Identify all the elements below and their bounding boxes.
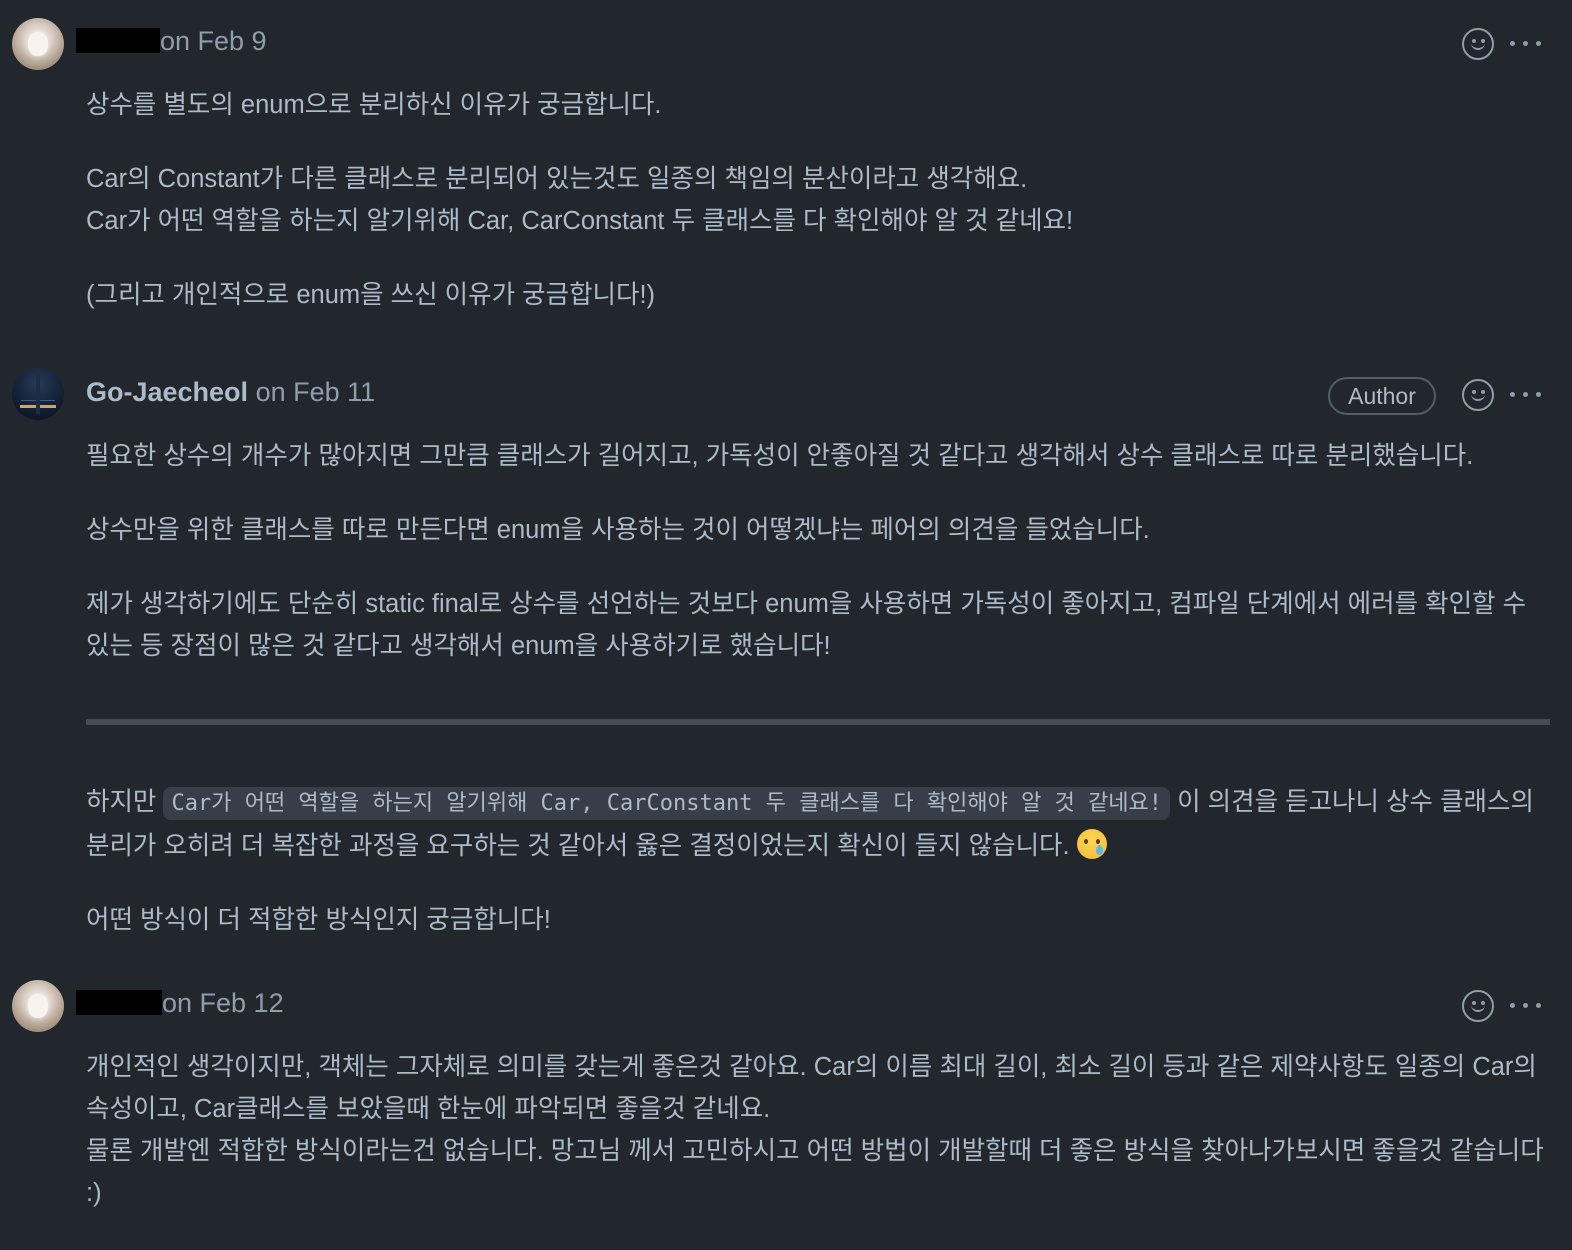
comment-date[interactable]: on Feb 11	[256, 377, 376, 407]
comment-paragraph: 상수만을 위한 클래스를 따로 만든다면 enum을 사용하는 것이 어떻겠냐는…	[86, 516, 1150, 544]
comment-paragraph: 제가 생각하기에도 단순히 static final로 상수를 선언하는 것보다…	[86, 590, 1527, 660]
add-reaction-smiley-icon[interactable]	[1462, 379, 1494, 411]
redacted-author-name	[76, 990, 162, 1015]
comment-body: 필요한 상수의 개수가 많아지면 그만큼 클래스가 길어지고, 가독성이 안좋아…	[86, 435, 1550, 941]
more-options-kebab-icon[interactable]	[1508, 996, 1544, 1016]
comment-header: on Feb 9	[76, 24, 267, 58]
author-badge: Author	[1328, 377, 1436, 415]
comment-header: on Feb 12	[76, 986, 284, 1020]
comment-body: 상수를 별도의 enum으로 분리하신 이유가 궁금합니다. Car의 Cons…	[86, 84, 1550, 316]
author-name[interactable]: Go-Jaecheol	[86, 377, 248, 407]
comment-paragraph: 어떤 방식이 더 적합한 방식인지 궁금합니다!	[86, 906, 551, 934]
redacted-author-name	[76, 28, 160, 53]
comment-date[interactable]: on Feb 9	[160, 26, 267, 56]
crying-face-icon	[1076, 829, 1107, 859]
comment-header: Go-Jaecheol on Feb 11	[86, 375, 375, 409]
avatar[interactable]	[12, 18, 64, 70]
comment-paragraph: Car의 Constant가 다른 클래스로 분리되어 있는것도 일종의 책임의…	[86, 165, 1074, 235]
comment-paragraph: 필요한 상수의 개수가 많아지면 그만큼 클래스가 길어지고, 가독성이 안좋아…	[86, 442, 1474, 470]
horizontal-rule	[86, 719, 1550, 725]
comment-date[interactable]: on Feb 12	[162, 988, 284, 1018]
comment-paragraph: 개인적인 생각이지만, 객체는 그자체로 의미를 갖는게 좋은것 같아요. Ca…	[86, 1053, 1544, 1207]
comment-paragraph: 하지만 Car가 어떤 역할을 하는지 알기위해 Car, CarConstan…	[86, 787, 1534, 860]
avatar[interactable]	[12, 368, 64, 420]
add-reaction-smiley-icon[interactable]	[1462, 28, 1494, 60]
comment-body: 개인적인 생각이지만, 객체는 그자체로 의미를 갖는게 좋은것 같아요. Ca…	[86, 1046, 1550, 1214]
inline-code: Car가 어떤 역할을 하는지 알기위해 Car, CarConstant 두 …	[163, 787, 1171, 820]
more-options-kebab-icon[interactable]	[1508, 34, 1544, 54]
comment-paragraph: 상수를 별도의 enum으로 분리하신 이유가 궁금합니다.	[86, 91, 662, 119]
more-options-kebab-icon[interactable]	[1508, 385, 1544, 405]
comment-paragraph: (그리고 개인적으로 enum을 쓰신 이유가 궁금합니다!)	[86, 281, 656, 309]
avatar[interactable]	[12, 980, 64, 1032]
add-reaction-smiley-icon[interactable]	[1462, 990, 1494, 1022]
